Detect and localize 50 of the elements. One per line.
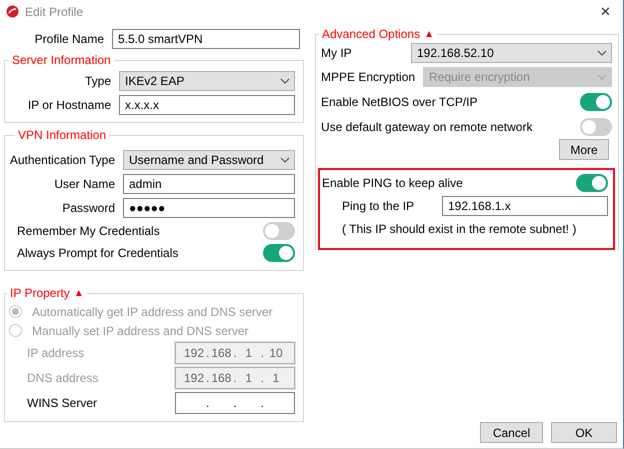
section-title: IP Property	[10, 287, 70, 300]
setting-label: Enable PING to keep alive	[322, 176, 464, 190]
input-field[interactable]: 5.5.0 smartVPN	[112, 29, 300, 49]
radio-label: Manually set IP address and DNS server	[32, 324, 249, 338]
toggle-switch[interactable]	[580, 118, 612, 136]
radio-label: Automatically get IP address and DNS server	[32, 304, 273, 318]
window-title: Edit Profile	[25, 4, 84, 18]
collapse-toggle[interactable]: ▲	[74, 287, 84, 300]
setting-label: Enable NetBIOS over TCP/IP	[321, 94, 479, 108]
field-label: MPPE Encryption	[321, 70, 416, 84]
dropdown[interactable]: Username and Password	[123, 150, 295, 170]
field-label: Type	[84, 74, 111, 88]
field-label: My IP	[321, 46, 353, 60]
dialog-button[interactable]: Cancel	[480, 422, 543, 443]
toggle-switch[interactable]	[580, 92, 612, 110]
dropdown[interactable]: IKEv2 EAP	[119, 71, 295, 91]
input-field[interactable]: 192.168.1.x	[442, 196, 608, 216]
field-label: DNS address	[27, 370, 100, 384]
field-label: IP address	[27, 346, 86, 360]
chevron-icon	[280, 78, 290, 84]
app-logo-icon	[6, 5, 19, 18]
field-label: Password	[61, 201, 115, 215]
chevron-icon	[597, 50, 607, 56]
toggle-switch[interactable]	[263, 222, 295, 240]
field-label: Profile Name	[34, 32, 104, 46]
setting-label: Always Prompt for Credentials	[17, 246, 180, 260]
close-button[interactable]: ✕	[596, 4, 615, 19]
collapse-toggle[interactable]: ▲	[424, 28, 434, 41]
input-field[interactable]: admin	[123, 174, 295, 194]
dropdown[interactable]: 192.168.52.10	[411, 43, 612, 63]
more-button[interactable]: More	[559, 139, 609, 160]
ip-address-field[interactable]: . . .	[175, 392, 295, 414]
setting-label: Use default gateway on remote network	[321, 120, 534, 134]
chevron-icon	[597, 74, 607, 80]
toggle-switch[interactable]	[576, 174, 608, 192]
input-field[interactable]: ●●●●●	[123, 198, 295, 218]
hint-text: ( This IP should exist in the remote subnet! )	[341, 221, 578, 238]
field-label: Ping to the IP	[341, 199, 416, 213]
field-label: User Name	[53, 177, 115, 191]
section-title: VPN Information	[18, 129, 106, 142]
chevron-icon	[280, 157, 290, 163]
field-label: WINS Server	[27, 396, 98, 410]
toggle-switch[interactable]	[263, 244, 295, 262]
field-label: IP or Hostname	[26, 98, 111, 112]
section-title: Advanced Options	[322, 28, 420, 41]
field-label: Authentication Type	[8, 153, 115, 167]
setting-label: Remember My Credentials	[17, 224, 161, 238]
dialog-button[interactable]: OK	[551, 422, 617, 443]
input-field[interactable]: x.x.x.x	[119, 95, 295, 115]
section-title: Server Information	[12, 54, 111, 67]
